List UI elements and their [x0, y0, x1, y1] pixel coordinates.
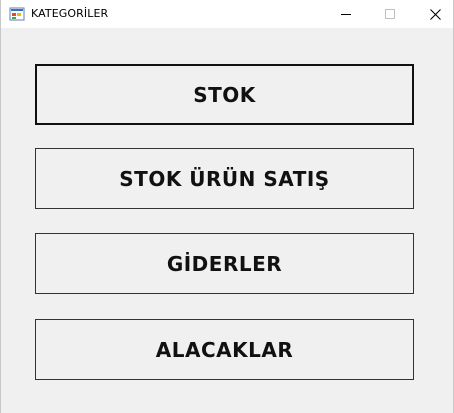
- form-client-area: STOK STOK ÜRÜN SATIŞ GİDERLER ALACAKLAR: [1, 28, 453, 413]
- app-icon: [9, 6, 25, 22]
- stok-urun-satis-button[interactable]: STOK ÜRÜN SATIŞ: [35, 148, 414, 209]
- minimize-icon: [341, 9, 351, 19]
- giderler-button[interactable]: GİDERLER: [35, 233, 414, 294]
- minimize-button[interactable]: [323, 0, 369, 28]
- alacaklar-button[interactable]: ALACAKLAR: [35, 319, 414, 380]
- maximize-button[interactable]: [367, 0, 413, 28]
- maximize-icon: [385, 9, 395, 19]
- window-title: KATEGORİLER: [31, 7, 109, 20]
- app-window: KATEGORİLER STOK STOK ÜRÜN SATIŞ GİDERLE…: [0, 0, 454, 413]
- title-bar[interactable]: KATEGORİLER: [1, 0, 453, 28]
- close-button[interactable]: [412, 0, 454, 28]
- stok-button[interactable]: STOK: [35, 64, 414, 125]
- close-icon: [429, 8, 441, 20]
